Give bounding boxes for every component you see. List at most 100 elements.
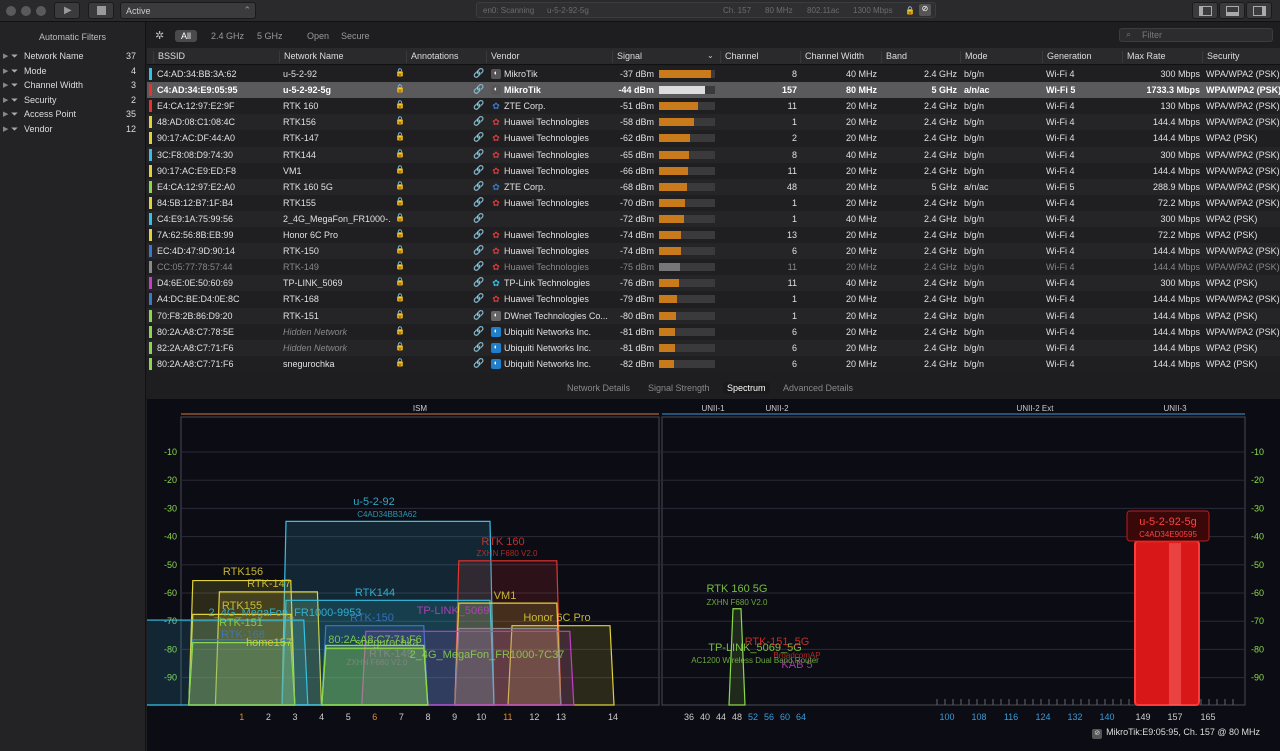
col-security-header[interactable]: Security bbox=[1202, 51, 1240, 63]
tab-network-details[interactable]: Network Details bbox=[563, 382, 634, 394]
link-icon[interactable]: 🔗 bbox=[473, 342, 484, 353]
table-row[interactable]: 3C:F8:08:D9:74:30 RTK144 🔒 🔗 ✿ Huawei Technol… bbox=[147, 146, 1280, 163]
table-row[interactable]: 82:2A:A8:C7:71:F6 Hidden Network 🔒 🔗 ◐ Ubiqui… bbox=[147, 339, 1280, 356]
filter-row[interactable]: ▶ ⏷ Security 2 bbox=[0, 95, 146, 109]
gear-icon[interactable]: ✲ bbox=[155, 29, 164, 42]
channel-tick-label: 124 bbox=[1035, 712, 1050, 722]
disclosure-triangle-icon[interactable]: ▶ bbox=[3, 67, 8, 75]
selected-network-curve bbox=[1134, 540, 1200, 706]
filter-row[interactable]: ▶ ⏷ Network Name 37 bbox=[0, 51, 146, 65]
table-row[interactable]: 80:2A:A8:C7:78:5E Hidden Network 🔒 🔗 ◐ Ubiqui… bbox=[147, 323, 1280, 340]
view-right-button[interactable] bbox=[1246, 2, 1272, 19]
tab-5ghz[interactable]: 5 GHz bbox=[251, 30, 289, 42]
table-row[interactable]: 84:5B:12:B7:1F:B4 RTK155 🔒 🔗 ✿ Huawei Technol… bbox=[147, 194, 1280, 211]
table-row[interactable]: C4:AD:34:E9:05:95 u-5-2-92-5g 🔒 🔗 ◐ MikroTik -… bbox=[147, 82, 1280, 99]
col-channel-width-header[interactable]: Channel Width bbox=[800, 51, 864, 63]
network-color-swatch bbox=[149, 132, 152, 145]
table-row[interactable]: D4:6E:0E:50:60:69 TP-LINK_5069 🔒 🔗 ✿ TP-Link … bbox=[147, 275, 1280, 292]
col-band-header[interactable]: Band bbox=[881, 51, 907, 63]
play-button[interactable]: ▶ bbox=[54, 2, 80, 19]
table-row[interactable]: CC:05:77:78:57:44 RTK-149 🔒 🔗 ✿ Huawei Techno… bbox=[147, 259, 1280, 276]
table-row[interactable]: C4:E9:1A:75:99:56 2_4G_MegaFon_FR1000-...… bbox=[147, 210, 1280, 227]
tab-24ghz[interactable]: 2.4 GHz bbox=[205, 30, 250, 42]
link-icon[interactable]: 🔗 bbox=[473, 261, 484, 272]
table-row[interactable]: 90:17:AC:DF:44:A0 RTK-147 🔒 🔗 ✿ Huawei Techno… bbox=[147, 130, 1280, 147]
table-row[interactable]: EC:4D:47:9D:90:14 RTK-150 🔒 🔗 ✿ Huawei Techno… bbox=[147, 243, 1280, 260]
col-mode-header[interactable]: Mode bbox=[960, 51, 988, 63]
col-bssid-header[interactable]: BSSID bbox=[153, 51, 185, 63]
view-sidebar-button[interactable] bbox=[1192, 2, 1218, 19]
tab-all[interactable]: All bbox=[175, 30, 198, 42]
disclosure-triangle-icon[interactable]: ▶ bbox=[3, 125, 8, 133]
filter-row[interactable]: ▶ ⏷ Access Point 35 bbox=[0, 109, 146, 123]
signal-meter-fill bbox=[659, 166, 689, 175]
link-icon[interactable]: 🔗 bbox=[473, 310, 484, 321]
close-window-button[interactable] bbox=[6, 6, 16, 16]
max-rate-cell: 144.4 Mbps bbox=[1152, 294, 1200, 305]
table-row[interactable]: E4:CA:12:97:E2:A0 RTK 160 5G 🔒 🔗 ✿ ZTE Corp. -… bbox=[147, 178, 1280, 195]
col-annotations-header[interactable]: Annotations bbox=[406, 51, 459, 63]
y-tick-label: -10 bbox=[164, 447, 177, 457]
channel-width-cell: 20 MHz bbox=[845, 326, 877, 337]
zoom-window-button[interactable] bbox=[36, 6, 46, 16]
link-icon[interactable]: 🔗 bbox=[473, 245, 484, 256]
vendor-logo-icon: ✿ bbox=[492, 133, 500, 144]
col-max-rate-header[interactable]: Max Rate bbox=[1122, 51, 1166, 63]
disclosure-triangle-icon[interactable]: ▶ bbox=[3, 110, 8, 118]
filter-search-input[interactable]: ⌕ Filter bbox=[1119, 28, 1273, 42]
filter-row[interactable]: ▶ ⏷ Channel Width 3 bbox=[0, 80, 146, 94]
sort-descending-icon[interactable]: ⌄ bbox=[707, 51, 714, 60]
table-row[interactable]: 48:AD:08:C1:08:4C RTK156 🔒 🔗 ✿ Huawei Technol… bbox=[147, 114, 1280, 131]
band-cell: 5 GHz bbox=[931, 85, 957, 96]
link-icon[interactable]: 🔗 bbox=[473, 358, 484, 369]
spectrum-view: ISM UNII-1 UNII-2 UNII-2 Ext UNII-3 -10 -10 -20… bbox=[147, 399, 1280, 751]
disclosure-triangle-icon[interactable]: ▶ bbox=[3, 52, 8, 60]
table-row[interactable]: 7A:62:56:8B:EB:99 Honor 6C Pro 🔒 🔗 ✿ Huawei T… bbox=[147, 227, 1280, 243]
link-icon[interactable]: 🔗 bbox=[473, 326, 484, 337]
filter-row[interactable]: ▶ ⏷ Mode 4 bbox=[0, 66, 146, 80]
tab-signal-strength[interactable]: Signal Strength bbox=[644, 382, 714, 394]
link-icon[interactable]: 🔗 bbox=[473, 132, 484, 143]
table-row[interactable]: 70:F8:2B:86:D9:20 RTK-151 🔒 🔗 ◐ DWnet Technol… bbox=[147, 307, 1280, 324]
tab-advanced-details[interactable]: Advanced Details bbox=[779, 382, 857, 394]
vendor-logo-icon: ✿ bbox=[492, 278, 500, 289]
table-row[interactable]: 90:17:AC:E9:ED:F8 VM1 🔒 🔗 ✿ Huawei Technologi… bbox=[147, 162, 1280, 179]
interface-state-select[interactable]: Active ⌃ bbox=[120, 2, 256, 19]
col-channel-header[interactable]: Channel bbox=[720, 51, 759, 63]
col-vendor-header[interactable]: Vendor bbox=[486, 51, 520, 63]
table-row[interactable]: C4:AD:34:BB:3A:62 u-5-2-92 🔒 🔗 ◐ MikroTik -37 … bbox=[147, 66, 1280, 82]
tab-secure[interactable]: Secure bbox=[335, 30, 376, 42]
link-icon[interactable]: 🔗 bbox=[473, 197, 484, 208]
network-color-swatch bbox=[149, 84, 152, 97]
table-row[interactable]: E4:CA:12:97:E2:9F RTK 160 🔒 🔗 ✿ ZTE Corp. -51 … bbox=[147, 98, 1280, 115]
col-signal-header[interactable]: Signal bbox=[612, 51, 642, 63]
link-icon[interactable]: 🔗 bbox=[473, 84, 484, 95]
table-row[interactable]: 80:2A:A8:C7:71:F6 snegurochka 🔒 🔗 ◐ Ubiquiti … bbox=[147, 355, 1280, 372]
filter-row[interactable]: ▶ ⏷ Vendor 12 bbox=[0, 124, 146, 138]
view-bottom-button[interactable] bbox=[1219, 2, 1245, 19]
link-icon[interactable]: 🔗 bbox=[473, 181, 484, 192]
link-icon[interactable]: 🔗 bbox=[473, 149, 484, 160]
tab-open[interactable]: Open bbox=[301, 30, 335, 42]
signal-cell: -65 dBm bbox=[619, 149, 654, 160]
link-icon[interactable]: 🔗 bbox=[473, 277, 484, 288]
current-channel: Ch. 157 bbox=[723, 6, 752, 15]
security-cell: WPA/WPA2 (PSK) bbox=[1206, 262, 1280, 273]
max-rate-cell: 144.4 Mbps bbox=[1152, 310, 1200, 321]
link-icon[interactable]: 🔗 bbox=[473, 116, 484, 127]
disclosure-triangle-icon[interactable]: ▶ bbox=[3, 96, 8, 104]
table-row[interactable]: A4:DC:BE:D4:0E:8C RTK-168 🔒 🔗 ✿ Huawei Techno… bbox=[147, 291, 1280, 308]
minimize-window-button[interactable] bbox=[21, 6, 31, 16]
link-icon[interactable]: 🔗 bbox=[473, 100, 484, 111]
tab-spectrum[interactable]: Spectrum bbox=[723, 382, 770, 394]
link-icon[interactable]: 🔗 bbox=[473, 213, 484, 224]
link-icon[interactable]: 🔗 bbox=[473, 293, 484, 304]
col-generation-header[interactable]: Generation bbox=[1042, 51, 1092, 63]
col-network-name-header[interactable]: Network Name bbox=[279, 51, 344, 63]
link-icon[interactable]: 🔗 bbox=[473, 68, 484, 79]
stop-button[interactable] bbox=[88, 2, 114, 19]
link-icon[interactable]: 🔗 bbox=[473, 229, 484, 240]
disclosure-triangle-icon[interactable]: ▶ bbox=[3, 81, 8, 89]
signal-meter-fill bbox=[659, 86, 705, 95]
link-icon[interactable]: 🔗 bbox=[473, 165, 484, 176]
